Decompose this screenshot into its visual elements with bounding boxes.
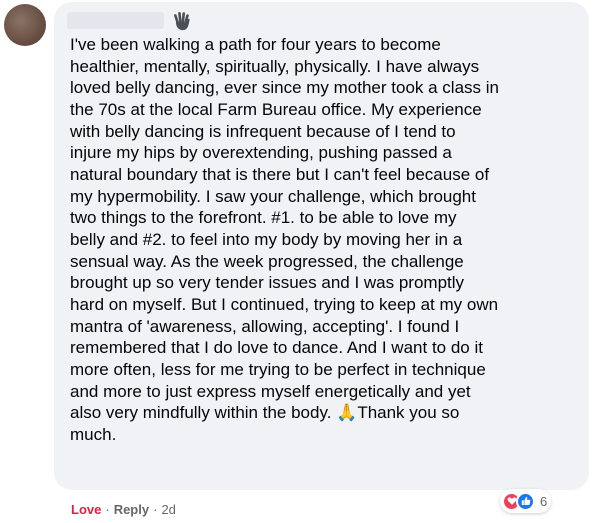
comment-line: two things to the forefront. #1. to be a…	[70, 208, 457, 228]
waving-hand-icon	[174, 12, 190, 31]
comment-line: loved belly dancing, ever since my mothe…	[70, 78, 499, 98]
comment-line: injure my hips by overextending, pushing…	[70, 143, 452, 163]
comment-line: healthier, mentally, spiritually, physic…	[70, 56, 480, 76]
comment-line: my hypermobility. I saw your challenge, …	[70, 186, 476, 206]
comment-line: more often, less for me trying to be per…	[70, 359, 486, 379]
comment-line: mantra of 'awareness, allowing, acceptin…	[70, 316, 460, 336]
comment-actions: Love · Reply · 2d	[71, 502, 176, 517]
love-button[interactable]: Love	[71, 502, 101, 517]
comment-line: belly and #2. to feel into my body by mo…	[70, 229, 463, 249]
timestamp[interactable]: 2d	[161, 502, 175, 517]
comment-text: I've been walking a path for four years …	[70, 34, 582, 445]
avatar[interactable]	[4, 4, 46, 46]
comment-line: with belly dancing is infrequent because…	[70, 121, 456, 141]
thumbs-up-icon	[521, 496, 530, 505]
comment-line: hard on myself. But I continued, trying …	[70, 294, 499, 314]
like-icon	[516, 491, 535, 511]
comment-line: I've been walking a path for four years …	[70, 35, 441, 54]
comment-line: natural boundary that is there but I can…	[70, 164, 490, 184]
heart-icon	[507, 497, 516, 505]
comment-line: brought up so very tender issues and I w…	[70, 273, 465, 293]
separator: ·	[153, 502, 158, 517]
folded-hands-emoji: 🙏	[336, 403, 358, 423]
reaction-summary[interactable]: 6	[500, 489, 552, 513]
reaction-count: 6	[540, 493, 548, 509]
comment-line-part: Thank you so	[357, 403, 460, 423]
comment-line: the 70s at the local Farm Bureau office.…	[70, 99, 482, 119]
separator: ·	[105, 502, 110, 517]
comment-line-part: also very mindfully within the body.	[70, 403, 337, 423]
author-name[interactable]	[67, 12, 164, 29]
comment-line: sensual way. As the week progressed, the…	[70, 251, 464, 271]
comment-line-with-emoji: also very mindfully within the body. 🙏Th…	[70, 402, 582, 424]
comment-line: remembered that I do love to dance. And …	[70, 338, 483, 358]
comment-line: and more to just express myself energeti…	[70, 381, 471, 401]
reply-button[interactable]: Reply	[114, 502, 149, 517]
comment-line: much.	[70, 424, 117, 444]
